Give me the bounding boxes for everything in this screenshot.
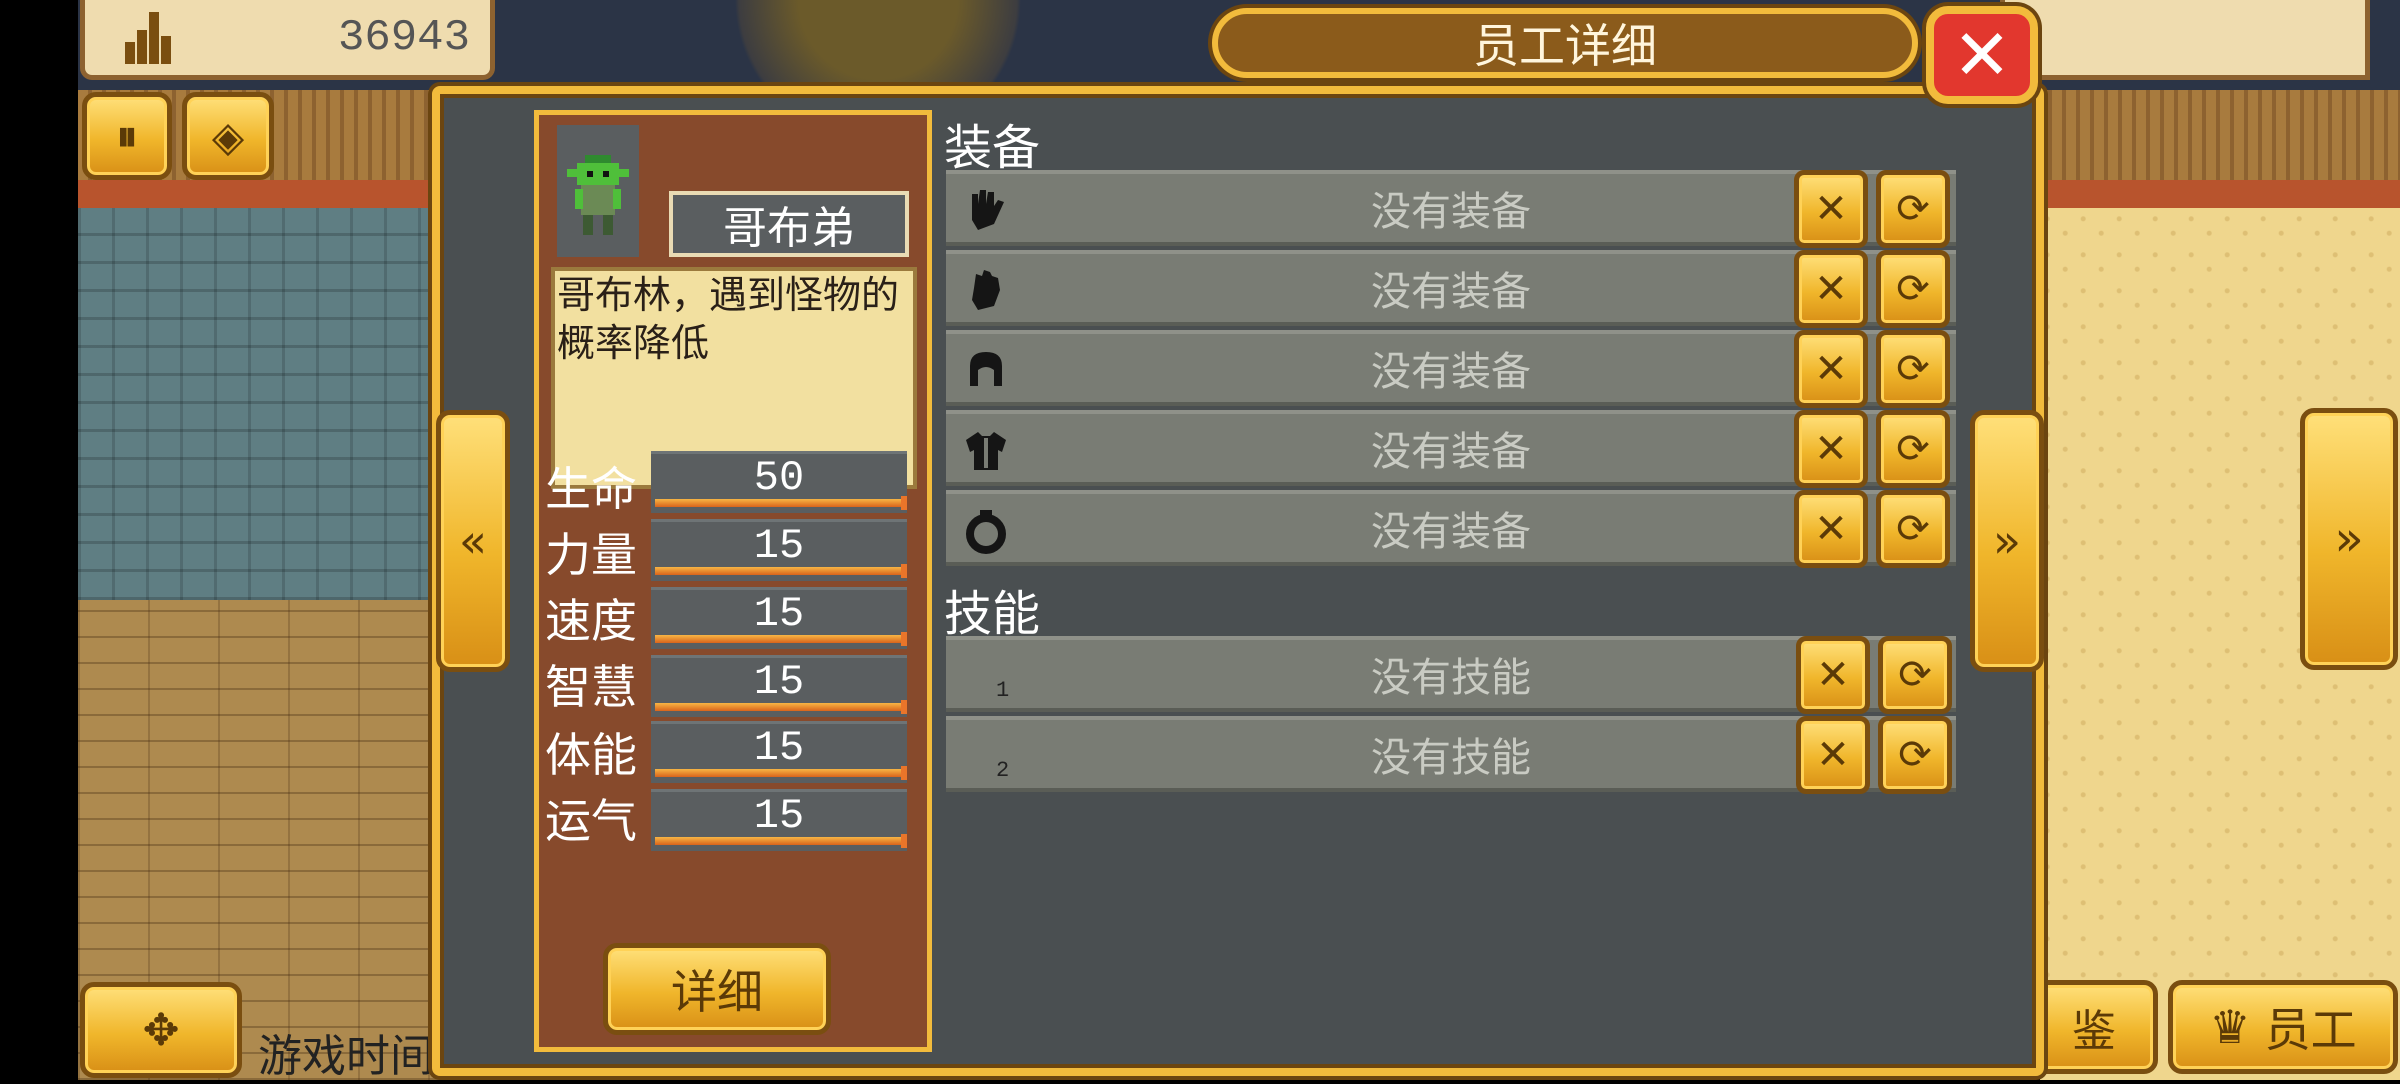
skills-title: 技能: [944, 586, 1041, 642]
unequip-button[interactable]: ✕: [1794, 410, 1868, 488]
character-name: 哥布弟: [669, 191, 909, 257]
swap-icon: ⟳: [1898, 732, 1932, 778]
dialog-title: 员工详细: [1212, 8, 1918, 78]
staff-button[interactable]: ♛ 员工: [2168, 980, 2398, 1074]
stat-label-luck: 运气: [545, 794, 637, 848]
stat-value-luck: 15: [753, 792, 805, 840]
equipment-title: 装备: [944, 120, 1041, 176]
staff-button-label: 员工: [2264, 1003, 2357, 1057]
game-time-label: 游戏时间: [258, 1031, 434, 1082]
previous-staff-button[interactable]: «: [436, 410, 510, 672]
close-icon: ✕: [1816, 732, 1850, 778]
remove-skill-button[interactable]: ✕: [1796, 716, 1870, 794]
swap-skill-button[interactable]: ⟳: [1878, 636, 1952, 714]
next-staff-button[interactable]: »: [1970, 410, 2044, 672]
character-card: 哥布弟 哥布林，遇到怪物的概率降低 生命 50 力量 15 速度 15 智慧 1…: [534, 110, 932, 1052]
swap-equipment-button[interactable]: ⟳: [1876, 490, 1950, 568]
stat-label-hp: 生命: [545, 462, 637, 516]
pause-icon: ⏸: [116, 111, 138, 160]
pause-button[interactable]: ⏸: [82, 92, 172, 180]
swap-icon: ⟳: [1898, 652, 1932, 698]
stat-bar-wisdom: 15: [651, 655, 907, 717]
swap-icon: ⟳: [1896, 186, 1930, 232]
swap-equipment-button[interactable]: ⟳: [1876, 410, 1950, 488]
stat-value-stamina: 15: [753, 724, 805, 772]
swap-equipment-button[interactable]: ⟳: [1876, 170, 1950, 248]
double-left-arrow-icon: «: [458, 514, 488, 568]
crown-icon: ♛: [2209, 1000, 2251, 1054]
close-icon: ✕: [1816, 652, 1850, 698]
stat-label-strength: 力量: [545, 528, 637, 582]
book-button-label: 鉴: [2072, 1006, 2116, 1057]
stat-bar-hp: 50: [651, 451, 907, 513]
unequip-button[interactable]: ✕: [1794, 330, 1868, 408]
double-right-arrow-icon: »: [1992, 514, 2022, 568]
stat-bar-luck: 15: [651, 789, 907, 851]
swap-equipment-button[interactable]: ⟳: [1876, 330, 1950, 408]
close-icon: ✕: [1814, 266, 1848, 312]
stat-label-stamina: 体能: [545, 728, 637, 782]
double-right-arrow-icon: »: [2334, 511, 2364, 567]
stat-bar-speed: 15: [651, 587, 907, 649]
stat-value-speed: 15: [753, 590, 805, 638]
unequip-button[interactable]: ✕: [1794, 490, 1868, 568]
stat-bar-stamina: 15: [651, 721, 907, 783]
stat-bar-strength: 15: [651, 519, 907, 581]
money-display: 36943: [80, 0, 495, 80]
close-icon: ✕: [1814, 346, 1848, 392]
goblin-icon: [567, 155, 629, 235]
building-icon: [125, 11, 177, 64]
close-icon: ✕: [1952, 14, 2012, 96]
swap-equipment-button[interactable]: ⟳: [1876, 250, 1950, 328]
swap-icon: ⟳: [1896, 346, 1930, 392]
camera-move-button[interactable]: ✥: [80, 982, 242, 1078]
stat-label-speed: 速度: [545, 594, 637, 648]
remove-skill-button[interactable]: ✕: [1796, 636, 1870, 714]
ore-icon: ◈: [211, 111, 245, 161]
top-right-panel: [2000, 0, 2370, 80]
unequip-button[interactable]: ✕: [1794, 170, 1868, 248]
stat-label-wisdom: 智慧: [545, 660, 637, 714]
close-icon: ✕: [1814, 506, 1848, 552]
stat-value-wisdom: 15: [753, 658, 805, 706]
close-icon: ✕: [1814, 426, 1848, 472]
swap-skill-button[interactable]: ⟳: [1878, 716, 1952, 794]
swap-icon: ⟳: [1896, 266, 1930, 312]
ore-button[interactable]: ◈: [182, 92, 274, 180]
detail-button[interactable]: 详细: [603, 943, 831, 1035]
detail-button-label: 详细: [671, 965, 763, 1019]
close-icon: ✕: [1814, 186, 1848, 232]
money-value: 36943: [337, 12, 470, 63]
character-portrait: [557, 125, 639, 257]
stat-value-hp: 50: [753, 454, 805, 502]
stat-value-strength: 15: [753, 522, 805, 570]
close-button[interactable]: ✕: [1926, 6, 2038, 104]
illustrated-book-button[interactable]: 鉴: [2030, 980, 2158, 1074]
move-arrows-icon: ✥: [142, 1004, 180, 1056]
swap-icon: ⟳: [1896, 506, 1930, 552]
swap-icon: ⟳: [1896, 426, 1930, 472]
unequip-button[interactable]: ✕: [1794, 250, 1868, 328]
stone-floor: [78, 208, 458, 600]
scene-next-button[interactable]: »: [2300, 408, 2398, 670]
